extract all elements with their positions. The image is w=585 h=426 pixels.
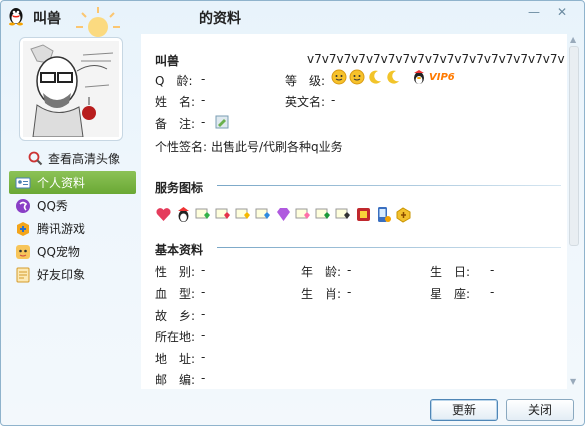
zodiac-animal-value: - — [347, 285, 352, 299]
level-label: 等 级: — [285, 74, 326, 88]
basic-info-title: 基本资料 — [155, 243, 204, 257]
magnifier-icon — [28, 151, 43, 166]
update-button[interactable]: 更新 — [430, 399, 498, 421]
game-service-icon[interactable] — [355, 206, 372, 223]
penguin-service-icon[interactable] — [175, 206, 192, 223]
pet-icon — [16, 244, 30, 259]
services-divider — [217, 185, 561, 186]
heart-service-icon[interactable] — [155, 206, 172, 223]
birthday-value: - — [490, 263, 495, 277]
qqshow-icon — [16, 198, 30, 213]
sun-level-icon — [331, 69, 347, 85]
ticket-service-icon[interactable] — [395, 206, 412, 223]
note-label: 备 注: — [155, 117, 196, 131]
nav-item-label: QQ秀 — [37, 199, 68, 213]
age-label: 年 龄: — [301, 265, 342, 279]
constellation-label: 星 座: — [430, 287, 471, 301]
profile-window: 叫兽 的资料 — ✕ 查看高清头像 个人资料 QQ秀 腾讯游戏 QQ宠物 好友印… — [0, 0, 585, 426]
english-name-value: - — [331, 93, 336, 107]
nav-item-label: 个人资料 — [37, 176, 86, 190]
vertical-scrollbar[interactable]: ▲ ▼ — [568, 34, 580, 389]
scroll-down-icon[interactable]: ▼ — [570, 378, 578, 386]
basic-info-divider — [217, 247, 561, 248]
zodiac-animal-label: 生 肖: — [301, 287, 342, 301]
view-hd-avatar-label: 查看高清头像 — [48, 151, 121, 166]
green-diamond-service-icon[interactable] — [195, 206, 212, 223]
qq-age-value: - — [201, 72, 206, 86]
nav-item-pet[interactable]: QQ宠物 — [9, 240, 136, 263]
minimize-button[interactable]: — — [524, 4, 544, 20]
birthday-label: 生 日: — [430, 265, 471, 279]
title-bar: 叫兽 的资料 — ✕ — [1, 1, 584, 37]
blood-type-value: - — [201, 285, 206, 299]
avatar[interactable] — [19, 37, 123, 141]
pink-diamond-service-icon[interactable] — [295, 206, 312, 223]
qq-age-label: Q 龄: — [155, 74, 193, 88]
name-label: 姓 名: — [155, 95, 196, 109]
window-title-name: 叫兽 — [33, 11, 61, 27]
english-name-label: 英文名: — [285, 95, 326, 109]
close-window-button[interactable]: ✕ — [552, 4, 572, 20]
postcode-value: - — [201, 371, 206, 385]
moon-level-icon — [369, 70, 381, 84]
green-vip-service-icon[interactable] — [315, 206, 332, 223]
name-value: - — [201, 93, 206, 107]
nav-item-label: QQ宠物 — [37, 245, 80, 259]
window-title-suffix: 的资料 — [199, 11, 241, 27]
gender-value: - — [201, 263, 206, 277]
blue-diamond-service-icon[interactable] — [255, 206, 272, 223]
purple-diamond-service-icon[interactable] — [275, 206, 292, 223]
address-label: 地 址: — [155, 352, 196, 366]
avatar-sketch-image — [23, 41, 119, 138]
scroll-up-icon[interactable]: ▲ — [570, 36, 578, 44]
yellow-diamond-service-icon[interactable] — [235, 206, 252, 223]
phone-service-icon[interactable] — [375, 206, 392, 223]
scrollbar-thumb[interactable] — [569, 46, 579, 246]
profile-content: 叫兽 v7v7v7v7v7v7v7v7v7v7v7v7v7v7v7v7v7v Q… — [141, 34, 567, 389]
qq-penguin-icon — [9, 8, 23, 26]
services-title: 服务图标 — [155, 181, 204, 195]
long-text: v7v7v7v7v7v7v7v7v7v7v7v7v7v7v7v7v7v — [307, 52, 565, 66]
nav-item-qqshow[interactable]: QQ秀 — [9, 194, 136, 217]
location-value: - — [201, 328, 206, 342]
postcode-label: 邮 编: — [155, 373, 196, 387]
nav-item-label: 好友印象 — [37, 268, 86, 282]
level-icons[interactable] — [331, 69, 401, 85]
gender-label: 性 别: — [155, 265, 196, 279]
profile-card-icon — [15, 177, 31, 188]
signature-label: 个性签名: — [155, 140, 208, 154]
nav-item-impression[interactable]: 好友印象 — [9, 263, 136, 286]
nav-item-profile[interactable]: 个人资料 — [9, 171, 136, 194]
hometown-value: - — [201, 307, 206, 321]
left-nav: 个人资料 QQ秀 腾讯游戏 QQ宠物 好友印象 — [9, 171, 136, 286]
constellation-value: - — [490, 285, 495, 299]
vip-penguin-icon — [414, 70, 424, 84]
vip-level-text: VIP6 — [429, 71, 455, 83]
sun-level-icon — [349, 69, 365, 85]
moon-level-icon — [387, 70, 399, 84]
signature-value: 出售此号/代刷各种q业务 — [211, 140, 343, 154]
nav-item-label: 腾讯游戏 — [37, 222, 86, 236]
edit-note-icon[interactable] — [215, 115, 229, 129]
vip-badge[interactable]: VIP6 — [411, 69, 455, 85]
blood-type-label: 血 型: — [155, 287, 196, 301]
service-icons — [155, 206, 412, 223]
age-value: - — [347, 263, 352, 277]
address-value: - — [201, 350, 206, 364]
nav-item-games[interactable]: 腾讯游戏 — [9, 217, 136, 240]
close-button[interactable]: 关闭 — [506, 399, 574, 421]
hometown-label: 故 乡: — [155, 309, 196, 323]
games-icon — [17, 221, 29, 236]
view-hd-avatar-link[interactable]: 查看高清头像 — [27, 149, 120, 167]
impression-icon — [16, 267, 30, 282]
note-value: - — [201, 115, 206, 129]
location-label: 所在地: — [155, 330, 196, 344]
red-diamond-service-icon[interactable] — [215, 206, 232, 223]
black-diamond-service-icon[interactable] — [335, 206, 352, 223]
nickname: 叫兽 — [155, 54, 180, 68]
